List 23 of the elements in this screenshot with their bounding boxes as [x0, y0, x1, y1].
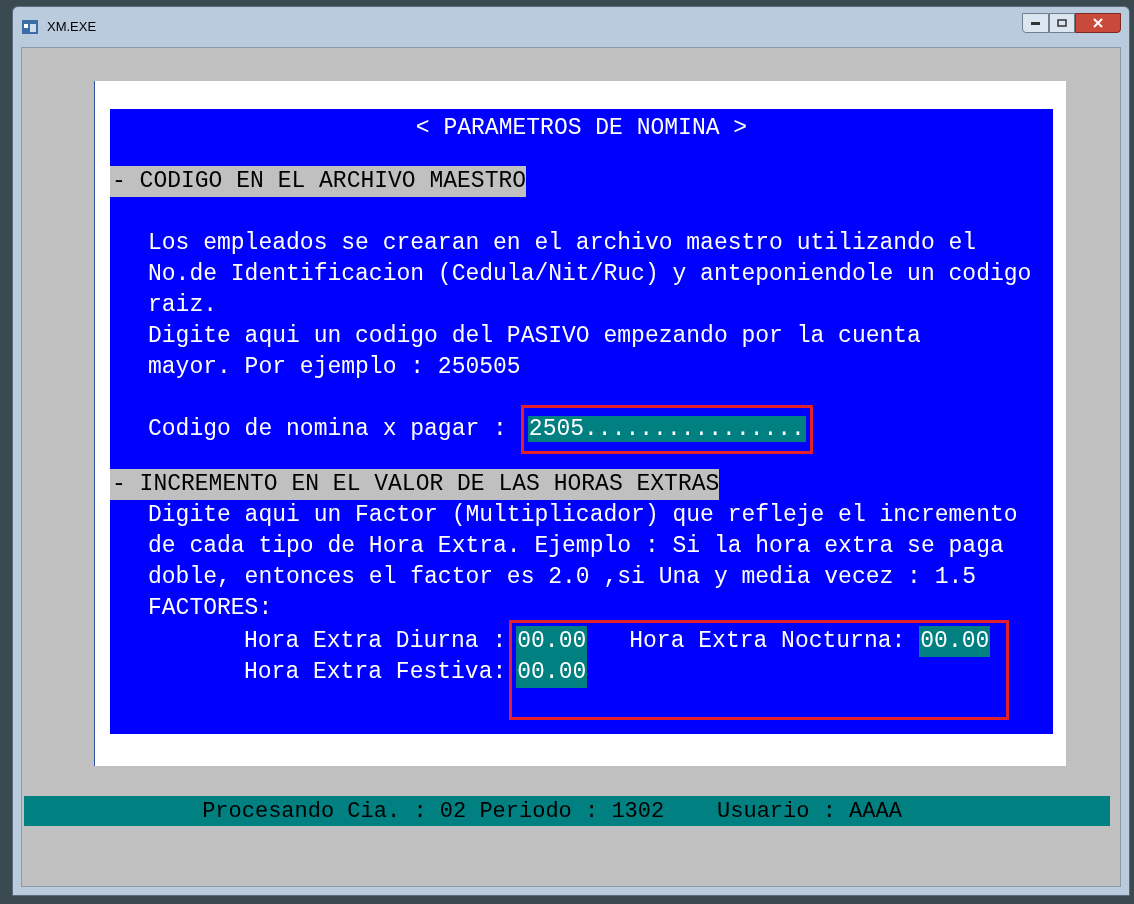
screen-title: < PARAMETROS DE NOMINA >	[415, 114, 748, 143]
factor-label: Hora Extra Diurna :	[244, 627, 507, 656]
maximize-icon	[1057, 19, 1067, 27]
section-heading: - INCREMENTO EN EL VALOR DE LAS HORAS EXTRAS	[110, 469, 720, 500]
minimize-icon	[1031, 21, 1040, 25]
field-label: Codigo de nomina x pagar :	[148, 415, 507, 444]
maximize-button[interactable]	[1049, 13, 1075, 33]
input-field[interactable]: 00.00	[516, 626, 588, 657]
instructions-text: Digite aqui un Factor (Multiplicador) que refleje el incremento de cada tipo de Hora Extra. Ejemplo : Si la hora extra se paga doble, entonces el factor es 2.0 ,si Una y media vecez : 1.5	[148, 501, 1019, 592]
factor-label: Hora Extra Festiva:	[244, 658, 507, 687]
factor-label: Hora Extra Nocturna:	[629, 627, 906, 656]
instructions-text: Los empleados se crearan en el archivo maestro utilizando el No.de Identificacion (Cedula/Nit/Ruc) y anteponiendole un codigo raiz. Digite aqui un codigo del PASIVO empezando por la cuenta mayor. Por ejemplo : 250505	[148, 229, 1033, 382]
app-icon	[21, 19, 39, 35]
input-field[interactable]: 2505................	[527, 416, 806, 442]
input-field[interactable]: 00.00	[919, 626, 991, 657]
status-text: Procesando Cia. : 02 Periodo : 1302 Usuario : AAAA	[202, 797, 902, 826]
close-icon	[1093, 18, 1103, 28]
input-field[interactable]: 00.00	[516, 657, 588, 688]
section-heading: - CODIGO EN EL ARCHIVO MAESTRO	[110, 166, 527, 197]
close-button[interactable]	[1075, 13, 1121, 33]
window-title: XM.EXE	[47, 18, 97, 37]
factors-label: FACTORES:	[148, 594, 273, 623]
minimize-button[interactable]	[1022, 13, 1049, 33]
